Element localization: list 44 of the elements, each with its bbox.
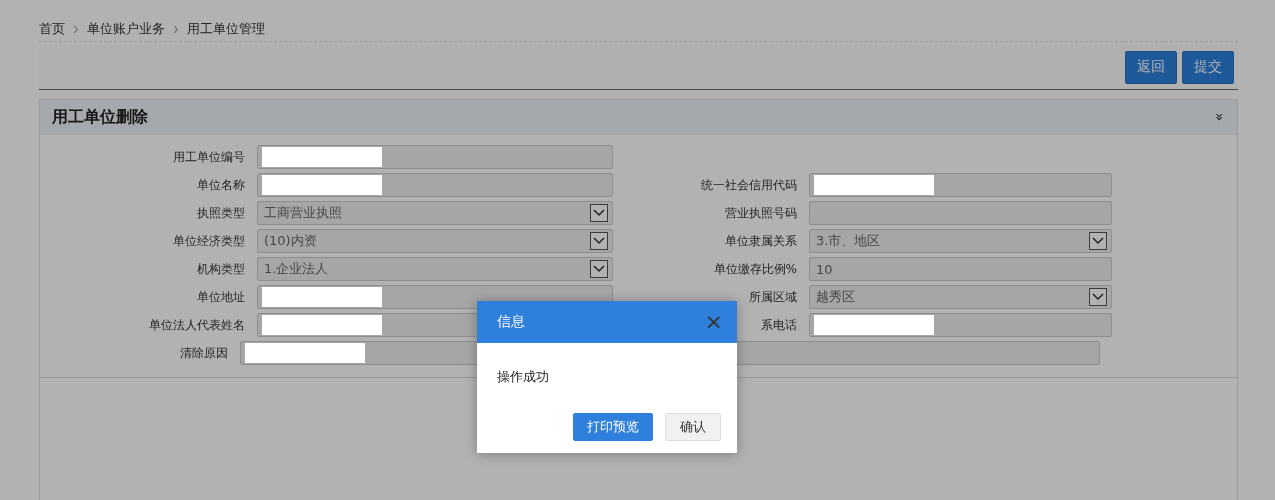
print-preview-button[interactable]: 打印预览 <box>573 413 653 441</box>
field-label: 单位法人代表姓名 <box>149 316 245 334</box>
input-field[interactable] <box>809 201 1112 225</box>
field-label: 单位经济类型 <box>173 232 245 250</box>
field-label: 清除原因 <box>180 344 228 362</box>
field-label: 用工单位编号 <box>173 148 245 166</box>
select-field[interactable]: 越秀区 <box>809 285 1112 309</box>
dialog-message: 操作成功 <box>496 368 550 386</box>
dropdown-icon[interactable] <box>1089 288 1107 306</box>
select-field[interactable]: 1.企业法人 <box>257 257 613 281</box>
breadcrumb-link[interactable]: 单位账户业务 <box>87 20 165 38</box>
toolbar-button[interactable]: 提交 <box>1182 50 1234 84</box>
dropdown-icon[interactable] <box>1089 232 1107 250</box>
select-field[interactable]: 工商营业执照 <box>257 201 613 225</box>
field-label: 单位缴存比例% <box>713 260 797 278</box>
panel-title: 用工单位删除 <box>52 106 148 128</box>
field-label: 系电话 <box>761 316 797 334</box>
chevron-icon <box>173 24 179 34</box>
breadcrumb-link[interactable]: 用工单位管理 <box>187 20 265 38</box>
dialog-title: 信息 <box>497 313 525 331</box>
chevron-icon <box>73 24 79 34</box>
field-label: 营业执照号码 <box>725 204 797 222</box>
field-label: 单位隶属关系 <box>725 232 797 250</box>
select-field[interactable]: (10)内资 <box>257 229 613 253</box>
field-label: 所属区域 <box>749 288 797 306</box>
dropdown-icon[interactable] <box>590 204 608 222</box>
input-field[interactable]: 10 <box>809 257 1112 281</box>
input-field[interactable] <box>257 145 613 169</box>
field-label: 单位名称 <box>197 176 245 194</box>
input-field[interactable] <box>809 173 1112 197</box>
field-label: 单位地址 <box>197 288 245 306</box>
dropdown-icon[interactable] <box>590 260 608 278</box>
field-label: 统一社会信用代码 <box>701 176 797 194</box>
field-label: 执照类型 <box>197 204 245 222</box>
input-field[interactable] <box>257 173 613 197</box>
collapse-icon[interactable]: » <box>1212 112 1229 122</box>
dropdown-icon[interactable] <box>590 232 608 250</box>
select-field[interactable]: 3.市、地区 <box>809 229 1112 253</box>
breadcrumb-link[interactable]: 首页 <box>39 20 65 38</box>
close-icon[interactable]: × <box>704 311 723 333</box>
field-label: 机构类型 <box>197 260 245 278</box>
input-field[interactable] <box>809 313 1112 337</box>
confirm-button[interactable]: 确认 <box>665 413 721 441</box>
toolbar-button[interactable]: 返回 <box>1125 50 1177 84</box>
